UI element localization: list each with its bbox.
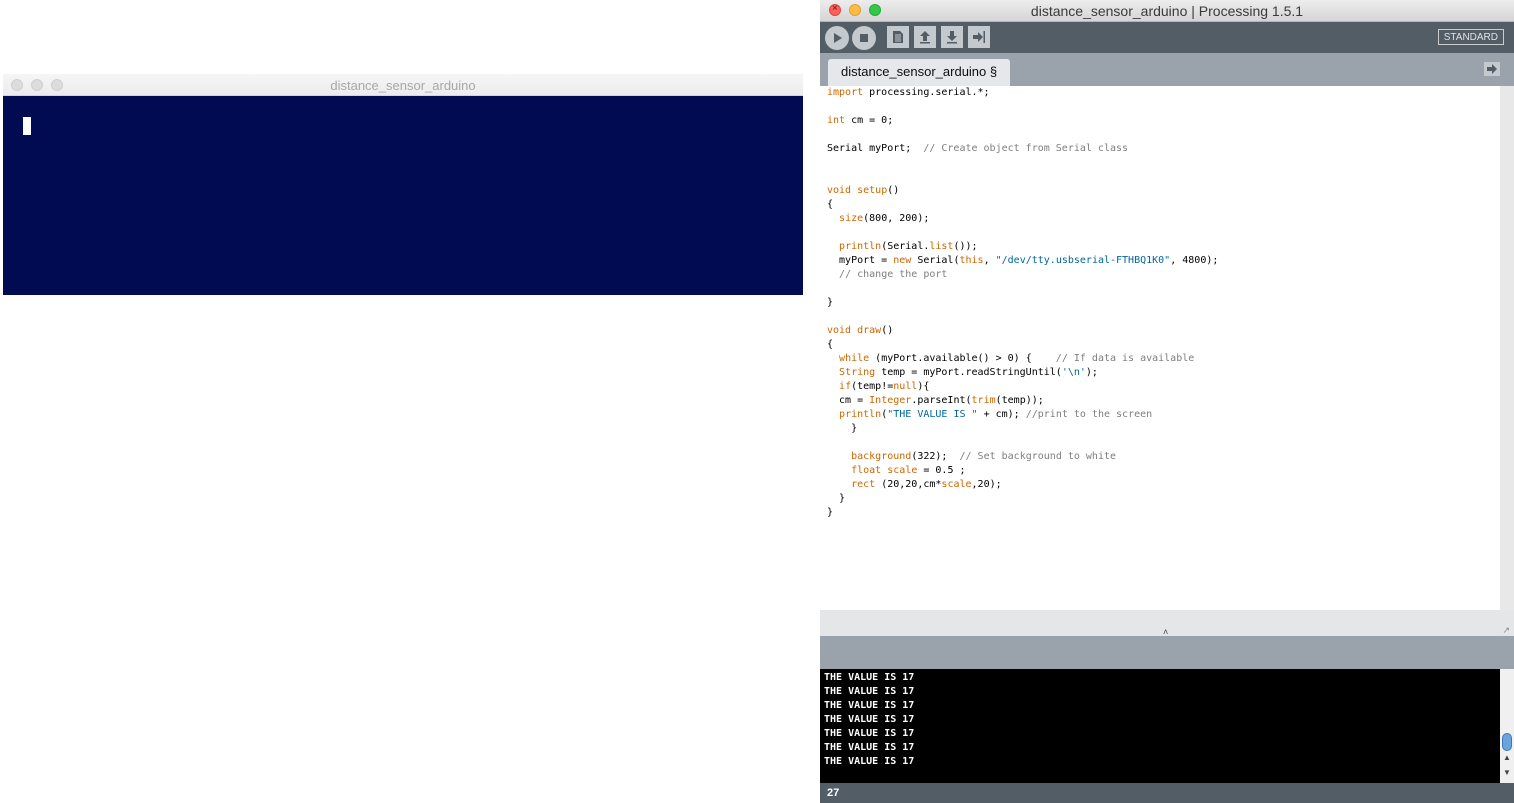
code-comment: // Set background to white — [959, 451, 1117, 462]
code-line: Serial myPort; // Create object from Ser… — [827, 143, 1129, 154]
code-line: void draw() — [827, 325, 894, 336]
console-lines: THE VALUE IS 17 THE VALUE IS 17 THE VALUE … — [824, 671, 914, 769]
run-icon — [834, 33, 842, 43]
code-token: size — [839, 213, 864, 224]
export-icon — [973, 31, 985, 43]
code-string: "THE VALUE IS " — [887, 409, 978, 420]
console-line: THE VALUE IS 17 — [824, 756, 915, 767]
open-button[interactable] — [914, 26, 936, 48]
code-line: int cm = 0; — [827, 115, 894, 126]
code-token: void — [827, 185, 852, 196]
code-comment: //print to the screen — [1025, 409, 1153, 420]
ide-window-title: distance_sensor_arduino | Processing 1.5… — [1030, 3, 1304, 19]
code-line: float scale = 0.5 ; — [851, 465, 966, 476]
status-bar: 27 — [820, 783, 1514, 803]
code-line: { — [827, 199, 834, 210]
editor-console-divider[interactable]: ˄ ↗ — [820, 610, 1514, 637]
tab-menu-arrow-icon[interactable] — [1484, 62, 1500, 76]
code-string: "/dev/tty.usbserial-FTHBQ1K0" — [995, 255, 1171, 266]
run-button[interactable] — [825, 26, 849, 50]
code-line: } — [827, 507, 834, 518]
console-line: THE VALUE IS 17 — [824, 714, 915, 725]
code-token: float — [851, 465, 882, 476]
mode-selector[interactable]: STANDARD — [1437, 29, 1504, 45]
console-line: THE VALUE IS 17 — [824, 672, 915, 683]
open-icon — [920, 31, 930, 44]
code-line: import processing.serial.*; — [827, 87, 990, 98]
code-line: println(Serial.list()); — [839, 241, 978, 252]
code-token: trim — [971, 395, 996, 406]
code-line: myPort = new Serial(this, "/dev/tty.usbs… — [827, 255, 1219, 266]
code-token: setup — [857, 185, 888, 196]
code-token: import — [827, 87, 864, 98]
code-token: int — [827, 115, 846, 126]
toolbar: STANDARD — [820, 22, 1514, 53]
code-line: size(800, 200); — [839, 213, 930, 224]
console-scrollbar[interactable]: ▲ ▼ — [1500, 669, 1514, 783]
code-token: rect — [851, 479, 876, 490]
message-area — [820, 636, 1514, 669]
editor-scrollbar[interactable] — [1500, 86, 1514, 610]
code-line: while (myPort.available() > 0) { // If d… — [839, 353, 1195, 364]
code-comment: // Create object from Serial class — [923, 143, 1129, 154]
code-line: { — [827, 339, 834, 350]
scroll-up-arrow-icon[interactable]: ▲ — [1503, 753, 1511, 762]
line-number: 27 — [827, 787, 840, 799]
code-string: '\n' — [1061, 367, 1086, 378]
distance-bar — [23, 117, 31, 135]
code-line: cm = Integer.parseInt(trim(temp)); — [827, 395, 1044, 406]
sketch-titlebar[interactable]: distance_sensor_arduino — [3, 74, 803, 96]
code-comment: // change the port — [839, 269, 948, 280]
console-line: THE VALUE IS 17 — [824, 686, 915, 697]
code-token: list — [929, 241, 954, 252]
console-line: THE VALUE IS 17 — [824, 728, 915, 739]
code-token: println — [839, 241, 882, 252]
code-line: } — [827, 423, 858, 434]
code-token: String — [839, 367, 876, 378]
code-line: println("THE VALUE IS " + cm); //print t… — [839, 409, 1153, 420]
code-line: void setup() — [827, 185, 900, 196]
code-token: this — [959, 255, 984, 266]
console-line: THE VALUE IS 17 — [824, 700, 915, 711]
sketch-canvas[interactable] — [3, 96, 803, 295]
tab-bar: distance_sensor_arduino § — [820, 53, 1514, 86]
code-line: } — [827, 297, 834, 308]
console-output[interactable]: THE VALUE IS 17 THE VALUE IS 17 THE VALUE … — [820, 669, 1500, 783]
code-token: Integer — [869, 395, 912, 406]
code-token: new — [893, 255, 912, 266]
sketch-window-title: distance_sensor_arduino — [330, 78, 476, 93]
code-line: String temp = myPort.readStringUntil('\n… — [839, 367, 1098, 378]
new-button[interactable] — [887, 26, 909, 48]
code-token: scale — [887, 465, 918, 476]
code-token: draw — [857, 325, 882, 336]
code-line: rect (20,20,cm*scale,20); — [851, 479, 1002, 490]
console-scroll-thumb[interactable] — [1502, 733, 1512, 751]
resize-grip-icon[interactable]: ↗ — [1502, 625, 1510, 636]
code-token: background — [851, 451, 912, 462]
stop-icon — [860, 34, 868, 42]
sketch-window: distance_sensor_arduino — [3, 74, 803, 295]
new-icon — [893, 31, 903, 43]
save-icon — [947, 31, 957, 44]
scroll-down-arrow-icon[interactable]: ▼ — [1503, 768, 1511, 777]
code-token: println — [839, 409, 882, 420]
stop-button[interactable] — [852, 26, 876, 50]
code-token: scale — [941, 479, 972, 490]
code-token: void — [827, 325, 852, 336]
code-line: background(322); // Set background to wh… — [851, 451, 1117, 462]
code-line: if(temp!=null){ — [839, 381, 930, 392]
code-line: } — [827, 493, 846, 504]
code-token: null — [893, 381, 918, 392]
code-comment: // If data is available — [1055, 353, 1195, 364]
code-token: while — [839, 353, 870, 364]
console-line: THE VALUE IS 17 — [824, 742, 915, 753]
code-line: // change the port — [827, 268, 947, 282]
save-button[interactable] — [941, 26, 963, 48]
code-editor[interactable]: import processing.serial.*; int cm = 0; … — [820, 86, 1500, 610]
export-button[interactable] — [968, 26, 990, 48]
ide-titlebar[interactable]: × distance_sensor_arduino | Processing 1… — [820, 0, 1514, 22]
tab-distance-sensor-arduino[interactable]: distance_sensor_arduino § — [828, 59, 1011, 86]
ide-window: × distance_sensor_arduino | Processing 1… — [820, 0, 1514, 803]
code-token: if — [839, 381, 852, 392]
